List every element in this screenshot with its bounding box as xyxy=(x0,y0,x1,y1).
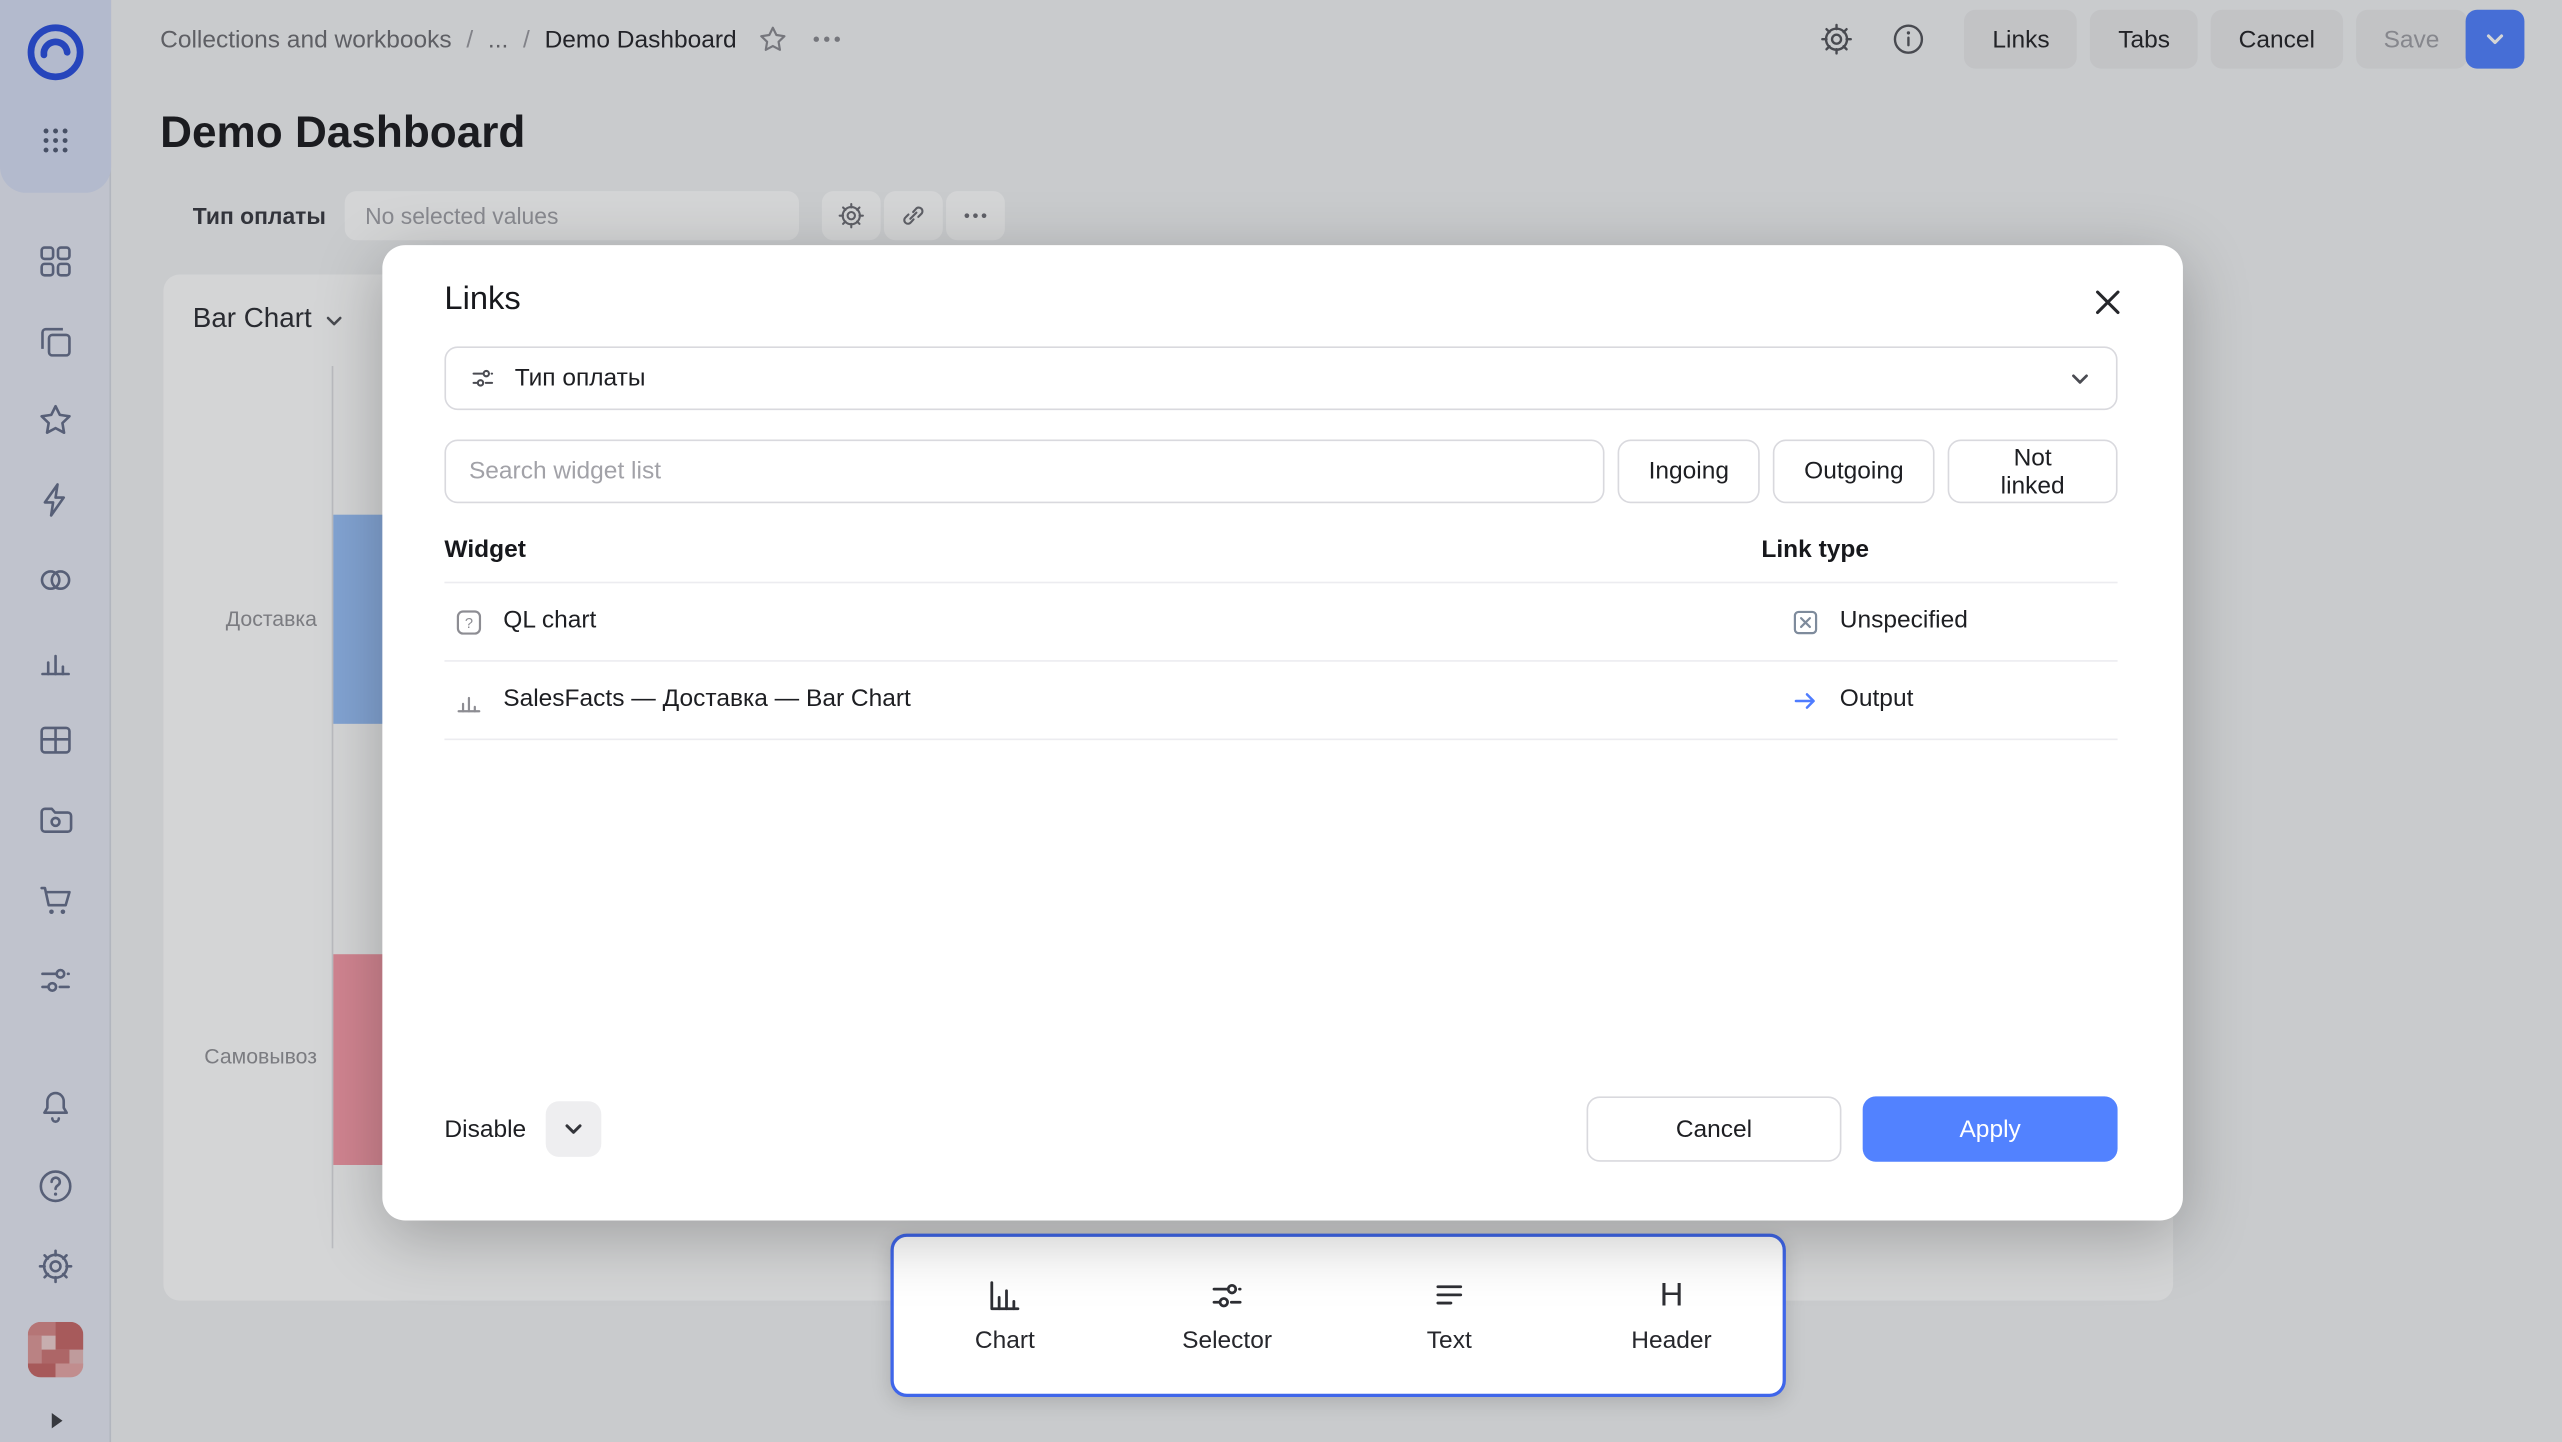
disable-button[interactable]: Disable xyxy=(444,1115,526,1143)
svg-text:?: ? xyxy=(465,616,473,632)
edit-panel-item-label: Selector xyxy=(1182,1327,1272,1355)
links-table: ? QL chart Unspecified SalesFacts — xyxy=(444,582,2117,740)
edit-panel-item-label: Text xyxy=(1427,1327,1472,1355)
search-widget-input[interactable] xyxy=(444,440,1604,504)
selector-icon xyxy=(469,364,497,392)
edit-panel-item-label: Chart xyxy=(975,1327,1035,1355)
edit-panel: Chart Selector Text H Header xyxy=(890,1234,1785,1397)
links-dialog: Links Тип оплаты Ingoing Outgoing Not li… xyxy=(382,245,2183,1220)
link-type-value: Unspecified xyxy=(1840,606,1968,634)
add-header-button[interactable]: H Header xyxy=(1560,1237,1782,1394)
widget-name: QL chart xyxy=(503,606,596,634)
link-type-value: Output xyxy=(1840,685,1914,713)
unspecified-link-icon xyxy=(1791,608,1820,637)
widget-select-value: Тип оплаты xyxy=(515,364,646,392)
filter-not-linked-button[interactable]: Not linked xyxy=(1948,440,2118,504)
apply-button[interactable]: Apply xyxy=(1863,1096,2118,1161)
dialog-footer: Disable Cancel Apply xyxy=(444,1096,2117,1161)
edit-panel-item-label: Header xyxy=(1631,1327,1711,1355)
add-selector-button[interactable]: Selector xyxy=(1116,1237,1338,1394)
app-root: Collections and workbooks / ... / Demo D… xyxy=(0,0,2562,1442)
selector-icon xyxy=(1207,1276,1246,1315)
widget-name: SalesFacts — Доставка — Bar Chart xyxy=(503,685,911,713)
table-row[interactable]: ? QL chart Unspecified xyxy=(444,583,2117,661)
table-header: Widget Link type xyxy=(444,536,2117,582)
bar-chart-widget-icon xyxy=(454,686,483,715)
chart-icon xyxy=(985,1276,1024,1315)
dialog-title: Links xyxy=(444,281,520,319)
cancel-button[interactable]: Cancel xyxy=(1587,1096,1842,1161)
widget-select[interactable]: Тип оплаты xyxy=(444,346,2117,410)
column-widget: Widget xyxy=(444,536,525,564)
filter-outgoing-button[interactable]: Outgoing xyxy=(1773,440,1935,504)
filter-ingoing-button[interactable]: Ingoing xyxy=(1618,440,1761,504)
chevron-down-icon xyxy=(2067,365,2093,391)
disable-dropdown-button[interactable] xyxy=(546,1101,602,1157)
search-and-filters: Ingoing Outgoing Not linked xyxy=(444,440,2117,504)
text-icon xyxy=(1430,1276,1469,1315)
table-row[interactable]: SalesFacts — Доставка — Bar Chart Output xyxy=(444,662,2117,740)
header-icon: H xyxy=(1660,1276,1684,1315)
add-chart-button[interactable]: Chart xyxy=(894,1237,1116,1394)
close-icon[interactable] xyxy=(2088,283,2127,322)
output-arrow-icon xyxy=(1791,686,1820,715)
add-text-button[interactable]: Text xyxy=(1338,1237,1560,1394)
column-link-type: Link type xyxy=(1761,536,1869,564)
ql-chart-icon: ? xyxy=(454,608,483,637)
